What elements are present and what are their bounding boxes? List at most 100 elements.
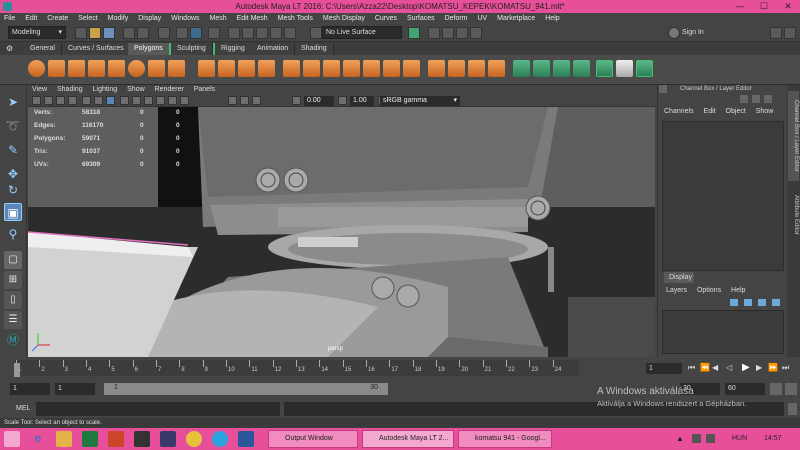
uv-cylindrical-icon[interactable] [533, 60, 550, 77]
step-forward-key-icon[interactable]: ⏩ [768, 363, 778, 372]
uv-spherical-icon[interactable] [553, 60, 570, 77]
rotate-tool-icon[interactable]: ↻ [4, 181, 22, 199]
minimize-button[interactable]: — [728, 0, 752, 13]
paint-select-icon[interactable]: ✎ [4, 141, 22, 159]
live-surface-field[interactable]: No Live Surface [322, 26, 402, 39]
layer-up-icon[interactable] [758, 299, 766, 306]
smooth-shade-icon[interactable] [132, 96, 141, 105]
collapse-icon[interactable] [468, 60, 485, 77]
flag-icon[interactable] [706, 434, 715, 443]
grid-icon[interactable] [82, 96, 91, 105]
menu-mesh-tools[interactable]: Mesh Tools [274, 13, 317, 24]
exposure-icon[interactable] [292, 96, 301, 105]
delete-edge-icon[interactable] [488, 60, 505, 77]
combine-icon[interactable] [198, 60, 215, 77]
exposure-field[interactable]: 0.00 [304, 96, 334, 106]
poly-plane-icon[interactable] [108, 60, 125, 77]
powerpoint-taskbar-icon[interactable] [108, 431, 124, 447]
snap-curve-icon[interactable] [242, 27, 254, 39]
snap-surface-icon[interactable] [284, 27, 296, 39]
merge-icon[interactable] [403, 60, 420, 77]
account-icon[interactable] [668, 27, 680, 39]
ie-taskbar-icon[interactable]: e [30, 431, 46, 447]
network-icon[interactable] [692, 434, 701, 443]
render-view-icon[interactable] [428, 27, 440, 39]
camera-attributes-icon[interactable] [44, 96, 53, 105]
new-layer-selected-icon[interactable] [744, 299, 752, 306]
display-tab[interactable]: Display [664, 272, 694, 283]
snap-view-icon[interactable] [270, 27, 282, 39]
current-frame-marker[interactable] [14, 363, 20, 377]
poly-cube-icon[interactable] [48, 60, 65, 77]
channel-box-icon-1[interactable] [740, 95, 748, 103]
mode-dropdown[interactable]: Modeling ▾ [8, 26, 66, 39]
tab-curves-surfaces[interactable]: Curves / Surfaces [62, 43, 131, 55]
menu-marketplace[interactable]: Marketplace [493, 13, 539, 24]
bevel-icon[interactable] [283, 60, 300, 77]
panel-menu-shading[interactable]: Shading [53, 85, 87, 95]
menu-uv[interactable]: UV [473, 13, 491, 24]
single-perspective-layout-icon[interactable]: ▢ [4, 251, 22, 269]
current-frame-field[interactable]: 1 [646, 363, 682, 374]
save-scene-icon[interactable] [103, 27, 115, 39]
fill-hole-icon[interactable] [428, 60, 445, 77]
construction-history-icon[interactable] [408, 27, 420, 39]
image-plane-icon[interactable] [68, 96, 77, 105]
append-polygon-icon[interactable] [448, 60, 465, 77]
menu-mesh-display[interactable]: Mesh Display [319, 13, 369, 24]
time-slider[interactable]: 123456789101112131415161718192021222324 … [0, 357, 800, 379]
multi-cut-icon[interactable] [343, 60, 360, 77]
layer-menu-options[interactable]: Options [697, 287, 721, 294]
uv-planar-icon[interactable] [513, 60, 530, 77]
panel-menu-view[interactable]: View [28, 85, 51, 95]
snap-grid-icon[interactable] [228, 27, 240, 39]
channel-menu-edit[interactable]: Edit [704, 108, 716, 115]
poly-disc-icon[interactable] [148, 60, 165, 77]
perspective-viewport[interactable]: Verts: 58318 0 0 Edges: 116170 0 0 Polygons: 5907… [28, 107, 655, 357]
mirror-icon[interactable] [238, 60, 255, 77]
skype-taskbar-icon[interactable] [212, 431, 228, 447]
poly-cone-icon[interactable] [88, 60, 105, 77]
panel-menu-show[interactable]: Show [123, 85, 149, 95]
go-to-end-icon[interactable]: ⏭ [782, 363, 789, 373]
target-weld-icon[interactable] [383, 60, 400, 77]
panel-menu-panels[interactable]: Panels [190, 85, 219, 95]
shelf-options-icon[interactable]: ⚙ [6, 44, 16, 54]
close-button[interactable]: ✕ [776, 0, 800, 13]
anim-start-field[interactable]: 1 [55, 383, 95, 395]
script-language-label[interactable]: MEL [16, 405, 30, 412]
checker-icon[interactable] [616, 60, 633, 77]
bridge-icon[interactable] [323, 60, 340, 77]
menu-surfaces[interactable]: Surfaces [403, 13, 439, 24]
taskbar-maya[interactable]: Autodesk Maya LT 2... [362, 430, 454, 448]
step-back-key-icon[interactable]: ⏪ [700, 363, 710, 372]
layer-down-icon[interactable] [772, 299, 780, 306]
taskbar-output-window[interactable]: Output Window [268, 430, 358, 448]
menu-windows[interactable]: Windows [167, 13, 203, 24]
camera-select-icon[interactable] [32, 96, 41, 105]
taskbar-chrome-window[interactable]: komatsu 941 - Googl... [458, 430, 552, 448]
menu-select[interactable]: Select [74, 13, 101, 24]
poly-sphere-icon[interactable] [28, 60, 45, 77]
tab-shading[interactable]: Shading [295, 43, 334, 55]
film-gate-icon[interactable] [94, 96, 103, 105]
menu-edit[interactable]: Edit [21, 13, 41, 24]
wireframe-on-shaded-icon[interactable] [144, 96, 153, 105]
xray-icon[interactable] [240, 96, 249, 105]
uv-editor-icon[interactable] [596, 60, 613, 77]
outliner-layout-icon[interactable]: ☰ [4, 311, 22, 329]
textured-icon[interactable] [156, 96, 165, 105]
sign-in-label[interactable]: Sign In [682, 29, 704, 36]
four-view-layout-icon[interactable]: ⊞ [4, 271, 22, 289]
clock[interactable]: 14:57 [764, 435, 782, 442]
tray-arrow-icon[interactable]: ▲ [676, 434, 684, 443]
tab-polygons[interactable]: Polygons [128, 43, 170, 55]
scale-tool-icon[interactable]: ▣ [4, 203, 22, 221]
two-view-layout-icon[interactable]: ▯ [4, 291, 22, 309]
start-button[interactable] [4, 431, 20, 447]
pick-mask-icon[interactable] [208, 27, 220, 39]
menu-modify[interactable]: Modify [104, 13, 133, 24]
menu-create[interactable]: Create [43, 13, 72, 24]
select-hierarchy-icon[interactable] [158, 27, 170, 39]
poly-pipe-icon[interactable] [168, 60, 185, 77]
